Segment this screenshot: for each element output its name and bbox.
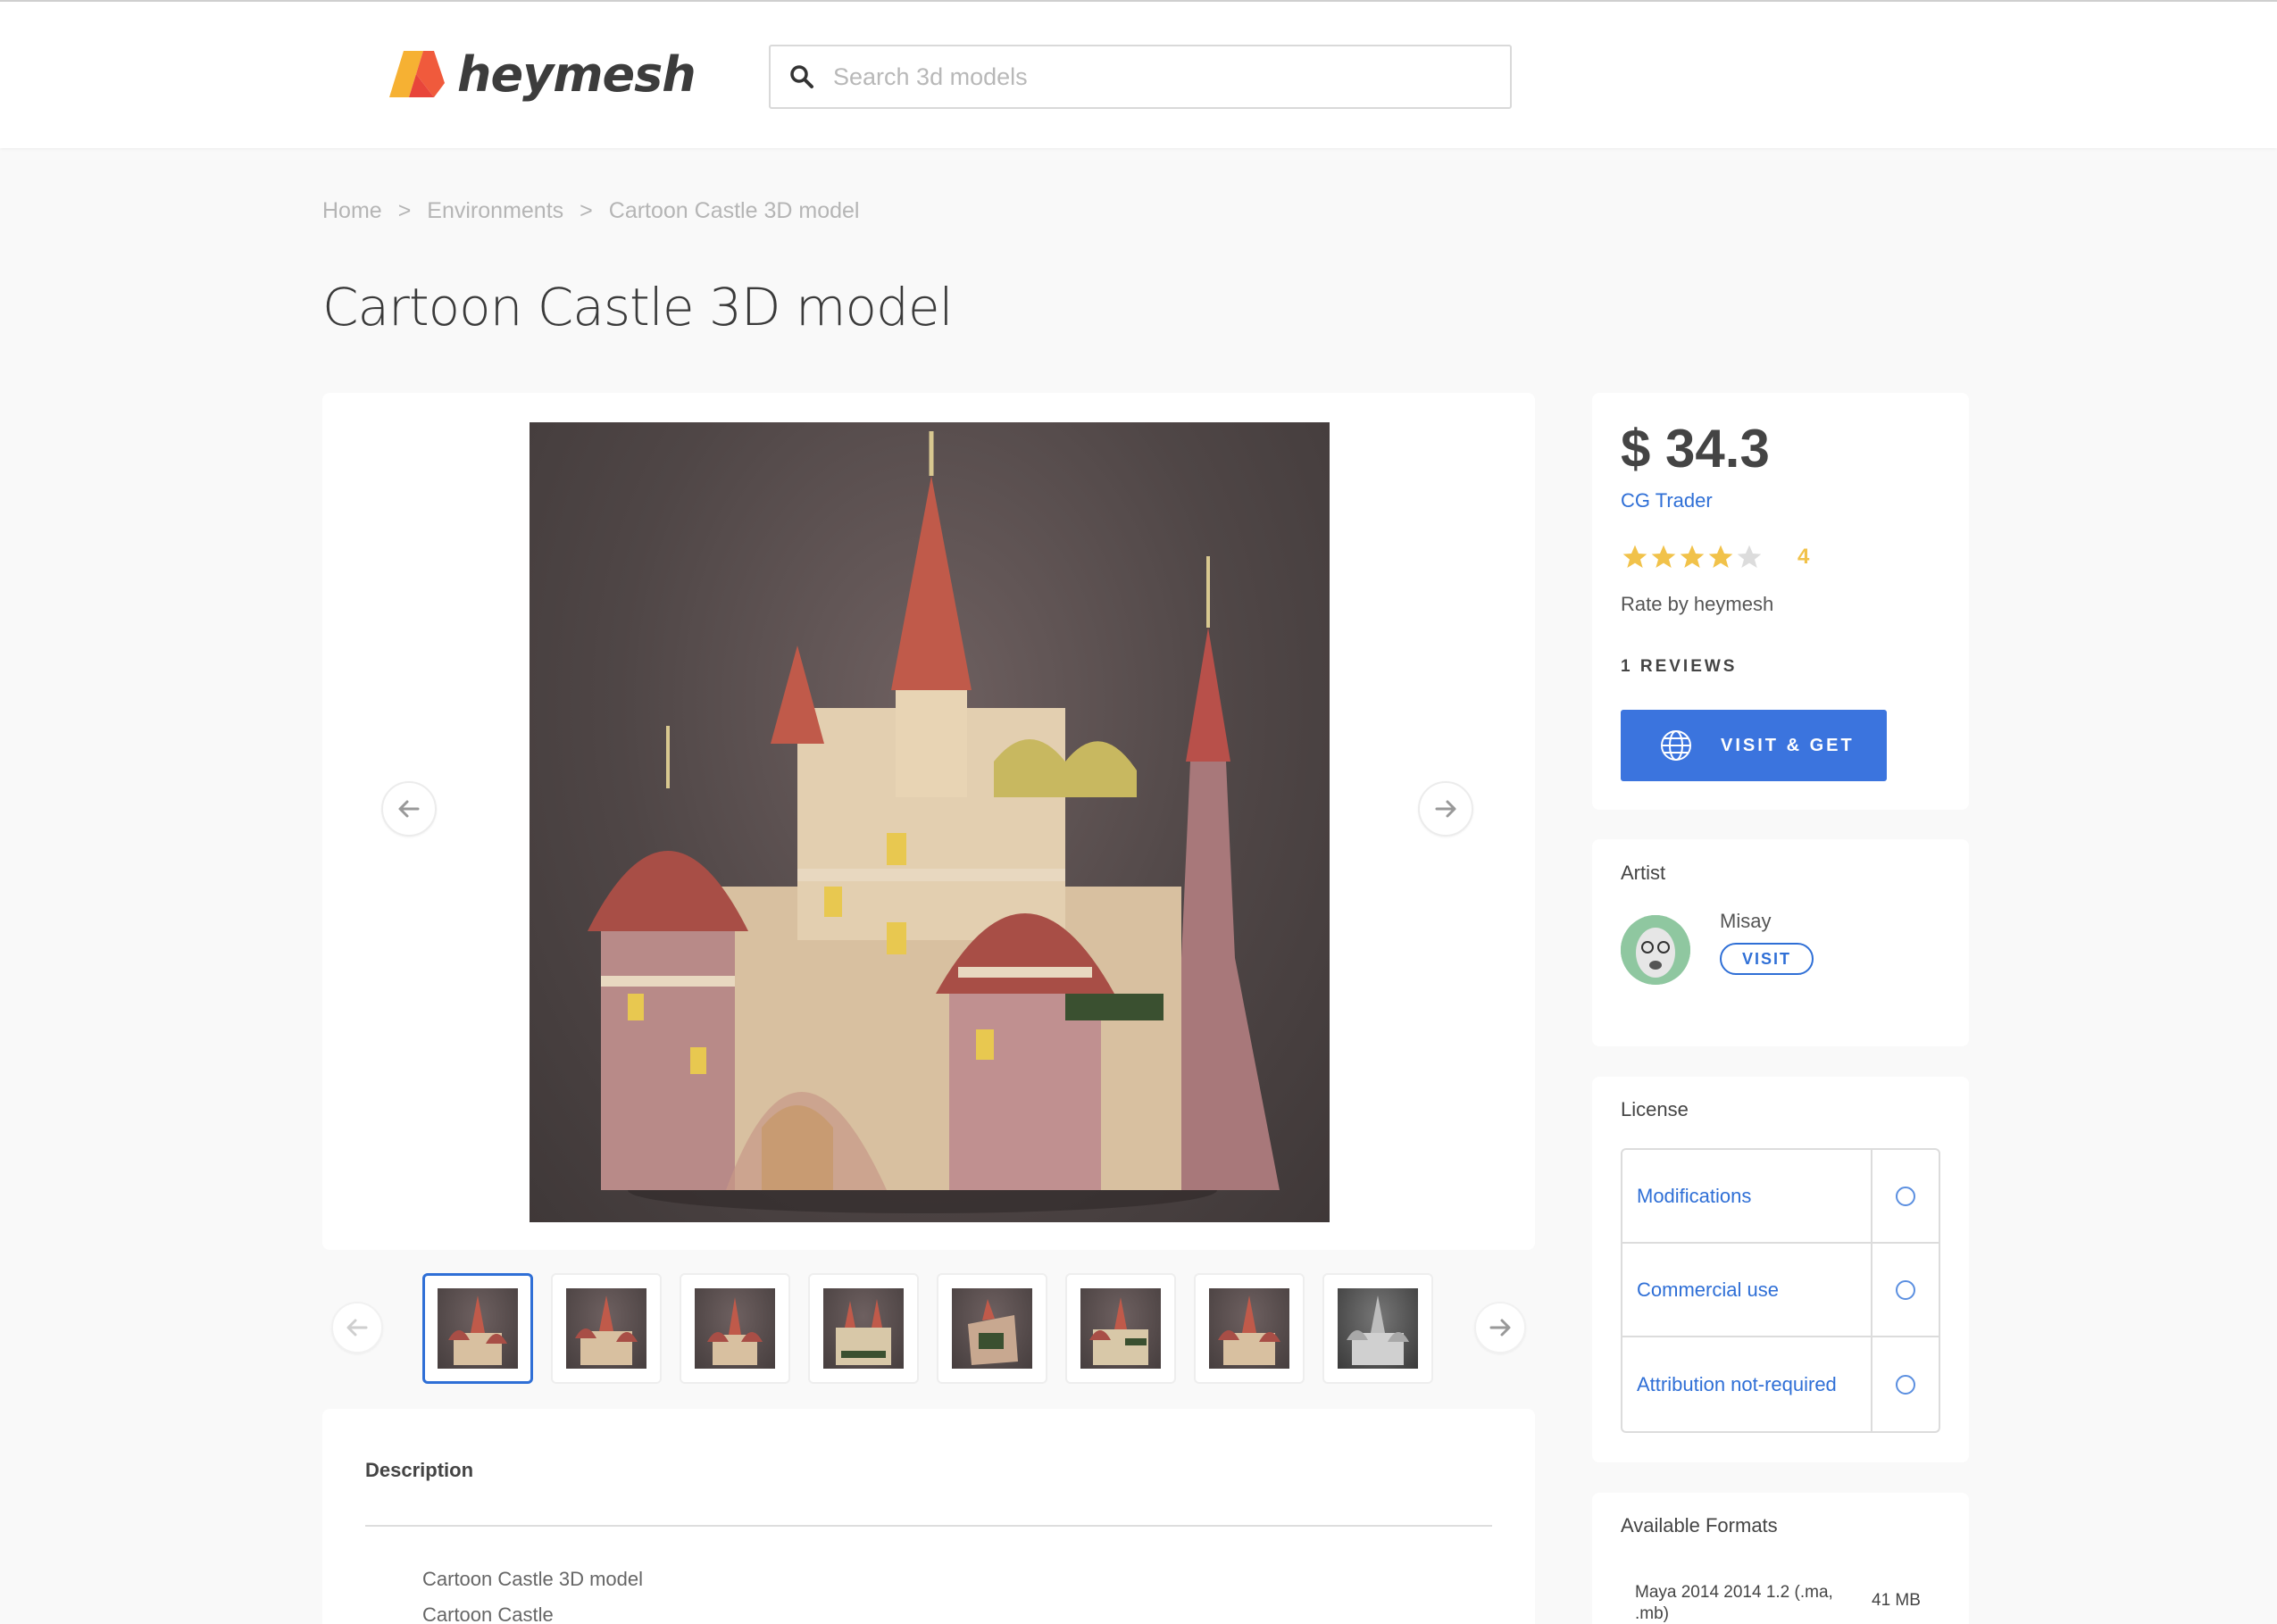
site-logo[interactable]: heymesh (388, 45, 696, 104)
license-radio[interactable] (1896, 1374, 1915, 1395)
rating-value: 4 (1797, 545, 1810, 569)
star-icon (1622, 545, 1647, 568)
license-row: Commercial use (1622, 1244, 1939, 1337)
license-row: Modifications (1622, 1150, 1939, 1244)
star-icon (1651, 545, 1676, 568)
description-line: Cartoon Castle (422, 1603, 554, 1624)
star-icon (1708, 545, 1733, 568)
thumbs-next-button[interactable] (1474, 1302, 1526, 1353)
thumbnail-image (1338, 1288, 1418, 1369)
artist-card: Artist Misay VISIT (1592, 839, 1969, 1046)
thumbnail-image (952, 1288, 1032, 1369)
arrow-right-icon (1435, 800, 1456, 818)
license-attribution[interactable]: Attribution not-required (1622, 1337, 1872, 1431)
page-title: Cartoon Castle 3D model (322, 277, 954, 337)
thumbnail[interactable] (808, 1273, 919, 1384)
globe-icon (1661, 730, 1691, 761)
search-icon (790, 65, 813, 88)
license-radio[interactable] (1896, 1279, 1915, 1300)
thumbnail[interactable] (551, 1273, 662, 1384)
thumbnail-image (1209, 1288, 1289, 1369)
site-header: heymesh (0, 0, 2277, 148)
description-divider (365, 1525, 1492, 1527)
price-card: $ 34.3 CG Trader 4 Rate by heymesh 1 REV… (1592, 393, 1969, 810)
license-card: License Modifications Commercial use Att… (1592, 1077, 1969, 1462)
gallery-prev-button[interactable] (381, 781, 437, 837)
license-commercial-use[interactable]: Commercial use (1622, 1244, 1872, 1336)
search-box[interactable] (769, 45, 1512, 109)
thumbnail-image (823, 1288, 904, 1369)
thumbs-prev-button[interactable] (331, 1302, 383, 1353)
breadcrumb-separator: > (580, 198, 593, 223)
heymesh-logo-icon (389, 51, 445, 97)
avatar[interactable] (1621, 915, 1690, 985)
format-size: 41 MB (1872, 1591, 1921, 1610)
description-line: Cartoon Castle 3D model (422, 1568, 644, 1590)
price: $ 34.3 (1621, 419, 1770, 479)
visit-and-get-button[interactable]: VISIT & GET (1621, 710, 1887, 781)
thumbnail[interactable] (1194, 1273, 1305, 1384)
star-rating: 4 (1621, 543, 1809, 571)
thumbnail[interactable] (680, 1273, 790, 1384)
description-title: Description (365, 1459, 474, 1481)
thumbnail-image (438, 1288, 518, 1369)
thumbnail-image (566, 1288, 646, 1369)
image-viewer (322, 393, 1535, 1250)
formats-card: Available Formats Maya 2014 2014 1.2 (.m… (1592, 1493, 1969, 1624)
star-icon (1680, 545, 1705, 568)
breadcrumb-environments[interactable]: Environments (427, 198, 563, 224)
description-panel: Description Cartoon Castle 3D model Cart… (322, 1409, 1535, 1624)
rate-by-label: Rate by heymesh (1621, 593, 1774, 615)
formats-label: Available Formats (1621, 1514, 1778, 1537)
castle-illustration (588, 431, 1280, 1213)
arrow-left-icon (398, 800, 420, 818)
license-row: Attribution not-required (1622, 1337, 1939, 1431)
arrow-left-icon (346, 1319, 368, 1337)
license-modifications[interactable]: Modifications (1622, 1150, 1872, 1242)
reviews-count[interactable]: 1 REVIEWS (1621, 657, 1737, 677)
thumbnail[interactable] (1322, 1273, 1433, 1384)
thumbnail[interactable] (422, 1273, 533, 1384)
thumbnail-image (695, 1288, 775, 1369)
thumbnail[interactable] (1065, 1273, 1176, 1384)
thumbnail-image (1080, 1288, 1161, 1369)
arrow-right-icon (1489, 1319, 1511, 1337)
artist-visit-button[interactable]: VISIT (1720, 943, 1814, 975)
gallery-next-button[interactable] (1418, 781, 1473, 837)
license-radio[interactable] (1896, 1186, 1915, 1206)
breadcrumb-current: Cartoon Castle 3D model (608, 198, 860, 223)
artist-label: Artist (1621, 862, 1666, 884)
thumbnail[interactable] (937, 1273, 1047, 1384)
license-label: License (1621, 1098, 1689, 1120)
visit-and-get-label: VISIT & GET (1721, 735, 1855, 755)
star-icon-empty (1737, 545, 1762, 568)
breadcrumb-home[interactable]: Home (322, 198, 382, 224)
search-input[interactable] (833, 62, 1494, 91)
logo-text: heymesh (457, 46, 696, 103)
vendor-link[interactable]: CG Trader (1621, 489, 1713, 512)
breadcrumb-separator: > (397, 198, 412, 223)
breadcrumb: Home > Environments > Cartoon Castle 3D … (322, 198, 859, 224)
main-model-image[interactable] (530, 422, 1330, 1222)
thumbnail-strip (322, 1268, 1535, 1388)
format-name: Maya 2014 2014 1.2 (.ma, .mb) (1635, 1583, 1833, 1623)
artist-name: Misay (1720, 910, 1772, 932)
license-table: Modifications Commercial use Attribution… (1621, 1148, 1940, 1433)
